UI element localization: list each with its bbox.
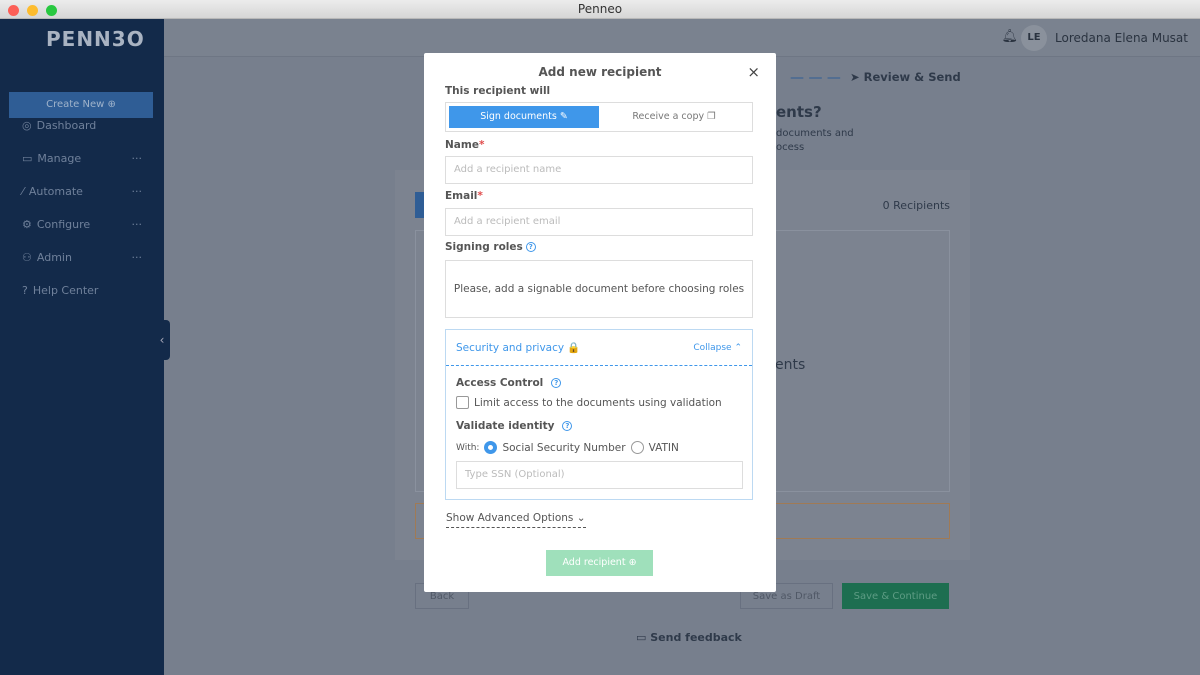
step-connector: — — — — [790, 70, 841, 86]
recipient-role-toggle: Sign documents ✎ Receive a copy ❐ — [445, 102, 753, 132]
more-icon[interactable]: ··· — [132, 152, 143, 165]
create-new-button[interactable]: Create New ⊕ — [9, 92, 153, 118]
receive-copy-option[interactable]: Receive a copy ❐ — [599, 106, 749, 128]
email-label-text: Email — [445, 190, 478, 202]
limit-access-checkbox[interactable] — [456, 396, 469, 409]
send-feedback-link[interactable]: ▭ Send feedback — [636, 631, 742, 644]
ssn-label: Social Security Number — [502, 441, 626, 454]
save-continue-button[interactable]: Save & Continue — [842, 583, 949, 609]
user-name: Loredana Elena Musat — [1055, 31, 1188, 45]
step-review-send[interactable]: ➤ Review & Send — [850, 70, 961, 84]
required-mark: * — [478, 139, 485, 151]
close-icon[interactable]: × — [747, 63, 760, 81]
sidebar-item-label: Help Center — [32, 284, 99, 297]
sidebar: PENN3O Create New ⊕ ◎ Dashboard ▭ Manage ··… — [0, 19, 164, 675]
sidebar-item-admin[interactable]: ⚇ Admin ··· — [22, 251, 142, 264]
sidebar-item-dashboard[interactable]: ◎ Dashboard — [22, 119, 142, 132]
sidebar-item-label: Admin — [36, 251, 72, 264]
sidebar-item-label: Automate — [28, 185, 83, 198]
bell-icon[interactable]: 🔔︎ — [1001, 29, 1018, 44]
sidebar-item-automate[interactable]: ⁄ Automate ··· — [22, 185, 142, 198]
window-titlebar: Penneo — [0, 0, 1200, 19]
collapse-button[interactable]: Collapse ⌃ — [693, 343, 742, 353]
ssn-input[interactable]: Type SSN (Optional) — [456, 461, 743, 489]
sidebar-item-label: Manage — [37, 152, 82, 165]
signing-roles-text: Signing roles — [445, 241, 523, 253]
page-subtitle-line: ocess — [776, 142, 805, 153]
limit-access-checkbox-row[interactable]: Limit access to the documents using vali… — [456, 396, 722, 409]
help-icon[interactable]: ? — [525, 242, 536, 252]
users-icon: ⚇ — [22, 251, 32, 264]
vatin-radio[interactable] — [630, 441, 644, 454]
sidebar-item-label: Dashboard — [36, 119, 97, 132]
sidebar-collapse-button[interactable]: ‹ — [154, 320, 170, 360]
recipient-will-label: This recipient will — [445, 85, 551, 97]
access-control-text: Access Control — [456, 377, 544, 389]
signing-roles-box: Please, add a signable document before c… — [445, 260, 753, 318]
help-icon: ? — [22, 284, 28, 297]
name-input[interactable]: Add a recipient name — [445, 156, 753, 184]
signing-roles-label: Signing roles? — [445, 241, 536, 253]
empty-state-text: ents — [775, 357, 806, 373]
required-mark: * — [477, 190, 483, 202]
add-recipient-modal: Add new recipient × This recipient will … — [424, 53, 776, 592]
more-icon[interactable]: ··· — [132, 251, 143, 264]
sidebar-item-help-center[interactable]: ? Help Center — [22, 284, 142, 297]
more-icon[interactable]: ··· — [132, 218, 143, 231]
name-label-text: Name — [445, 139, 479, 151]
add-recipient-button[interactable]: Add recipient ⊕ — [546, 550, 653, 576]
avatar: LE — [1021, 25, 1048, 51]
with-label: With: — [456, 442, 480, 453]
help-icon[interactable]: ? — [551, 378, 562, 388]
maximize-window-button[interactable] — [46, 5, 57, 16]
more-icon[interactable]: ··· — [132, 185, 143, 198]
page-heading-fragment: ents? — [776, 103, 822, 121]
vatin-label: VATIN — [648, 441, 679, 454]
close-window-button[interactable] — [8, 5, 19, 16]
security-privacy-section: Security and privacy 🔒 Collapse ⌃ Access… — [445, 329, 753, 500]
security-header[interactable]: Security and privacy 🔒 Collapse ⌃ — [446, 330, 752, 366]
sidebar-item-label: Configure — [36, 218, 91, 231]
limit-access-label: Limit access to the documents using vali… — [474, 396, 722, 409]
validate-identity-text: Validate identity — [456, 420, 555, 432]
gear-icon: ⚙ — [22, 218, 32, 231]
page-subtitle-line: documents and — [776, 128, 854, 139]
sidebar-item-configure[interactable]: ⚙ Configure ··· — [22, 218, 142, 231]
wand-icon: ⁄ — [22, 185, 24, 198]
name-label: Name* — [445, 139, 484, 151]
briefcase-icon: ▭ — [22, 152, 33, 165]
validate-identity-label: Validate identity? — [456, 420, 573, 432]
penneo-logo: PENN3O — [46, 27, 145, 51]
modal-title: Add new recipient — [538, 65, 662, 79]
sign-documents-option[interactable]: Sign documents ✎ — [449, 106, 599, 128]
ssn-radio[interactable] — [484, 441, 498, 454]
step-label: Review & Send — [863, 70, 961, 84]
validation-method: With: Social Security Number VATIN — [456, 441, 679, 454]
top-bar: 🔔︎ LE Loredana Elena Musat — [164, 19, 1200, 57]
sidebar-item-manage[interactable]: ▭ Manage ··· — [22, 152, 142, 165]
minimize-window-button[interactable] — [27, 5, 38, 16]
access-control-label: Access Control? — [456, 377, 562, 389]
email-label: Email* — [445, 190, 483, 202]
window-title: Penneo — [577, 2, 623, 16]
show-advanced-options-link[interactable]: Show Advanced Options ⌄ — [446, 512, 586, 528]
recipients-count: 0 Recipients — [882, 199, 950, 212]
feedback-label: Send feedback — [650, 631, 742, 644]
email-input[interactable]: Add a recipient email — [445, 208, 753, 236]
user-menu[interactable]: LE Loredana Elena Musat — [1021, 25, 1188, 51]
compass-icon: ◎ — [22, 119, 32, 132]
security-title: Security and privacy 🔒 — [456, 342, 581, 354]
help-icon[interactable]: ? — [562, 421, 573, 431]
